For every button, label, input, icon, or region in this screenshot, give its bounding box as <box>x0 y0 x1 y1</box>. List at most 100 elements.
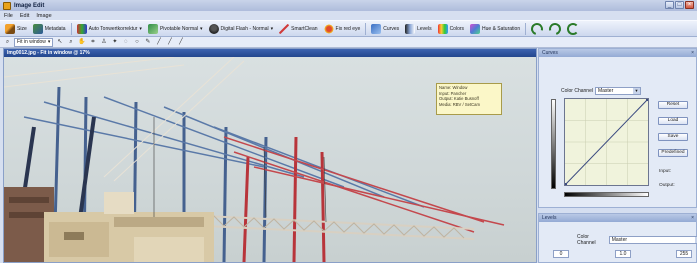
crop-tool-icon[interactable]: ⌗ <box>88 38 97 47</box>
rotate-left-icon[interactable] <box>528 20 546 37</box>
magic-wand-icon[interactable]: ✦ <box>110 38 119 47</box>
menu-file[interactable]: File <box>4 13 13 19</box>
digital-flash-button[interactable]: Digital Flash - Normal ▾ <box>206 22 277 36</box>
zoom-icon: ⌕ <box>5 38 10 45</box>
hue-saturation-button[interactable]: Hue & Saturation <box>467 22 523 36</box>
levels-panel-title: Levels × <box>539 214 696 222</box>
right-dock: Curves × Color Channel Master ▼ Reset Lo… <box>538 48 697 263</box>
curves-button[interactable]: Curves <box>368 22 402 36</box>
main-toolbar: Size Metadata Auto Tonwertkorrektur ▾ Pi… <box>0 20 697 37</box>
levels-button[interactable]: Levels <box>402 22 434 36</box>
curves-channel-row: Color Channel Master ▼ <box>561 87 641 95</box>
image-title: Img0012.jpg - Fit in window @ 17% <box>4 49 536 57</box>
curves-output-label: Output: <box>659 183 675 188</box>
input-gradient-bar <box>564 192 649 197</box>
curves-input-label: Input: <box>659 169 672 174</box>
pen-tool-icon[interactable]: ✎ <box>143 38 152 47</box>
size-button[interactable]: Size <box>2 22 30 36</box>
chevron-down-icon: ▾ <box>200 25 203 32</box>
hue-saturation-icon <box>470 23 481 34</box>
app-icon <box>3 1 11 10</box>
output-gradient-bar <box>551 99 556 189</box>
hand-tool-icon[interactable]: ✋ <box>77 38 86 47</box>
levels-icon <box>405 23 416 34</box>
stamp-tool-icon[interactable]: ♙ <box>99 38 108 47</box>
hue-saturation-label: Hue & Saturation <box>482 25 521 32</box>
chevron-down-icon: ▾ <box>139 25 142 32</box>
colors-icon <box>437 23 448 34</box>
menu-image[interactable]: Image <box>36 13 51 19</box>
metadata-icon <box>32 23 43 34</box>
curves-label: Curves <box>383 25 400 32</box>
flip-icon[interactable] <box>567 22 580 35</box>
zoom-tool-icon[interactable]: ⌕ <box>66 38 75 47</box>
levels-gamma-input[interactable]: 1.0 <box>615 250 631 258</box>
toolbar-separator <box>70 22 72 35</box>
lasso-tool-icon[interactable]: ◌ <box>121 38 130 47</box>
curves-panel-title: Curves × <box>539 49 696 57</box>
brush-icon <box>5 23 15 34</box>
curves-channel-select[interactable]: Master ▼ <box>594 87 641 95</box>
levels-label: Levels <box>417 25 432 32</box>
shape-tool-icon[interactable]: ○ <box>132 38 141 47</box>
window-controls: _ □ × <box>665 1 694 9</box>
close-icon[interactable]: × <box>691 49 694 57</box>
curves-channel-value: Master <box>597 88 614 94</box>
secondary-toolbar: ⌕ Fit in window ▾ ↖ ⌕ ✋ ⌗ ♙ ✦ ◌ ○ ✎ ╱ ╱ … <box>0 37 697 48</box>
image-info-tooltip: Name: Window Input: Pancher Output: Kati… <box>436 83 502 115</box>
curves-reset-button[interactable]: Reset <box>658 101 688 109</box>
maximize-button[interactable]: □ <box>675 1 684 9</box>
colors-label: Colors <box>449 25 465 32</box>
smartclean-icon <box>279 23 290 34</box>
levels-panel-title-label: Levels <box>542 215 557 221</box>
menu-edit[interactable]: Edit <box>20 13 29 19</box>
levels-black-input[interactable]: 0 <box>553 250 569 258</box>
curves-load-button[interactable]: Load <box>658 117 688 125</box>
colors-button[interactable]: Colors <box>435 22 467 36</box>
image-canvas[interactable]: Name: Window Input: Pancher Output: Kati… <box>4 57 536 262</box>
close-icon[interactable]: × <box>691 214 694 222</box>
bulb-icon <box>208 23 219 34</box>
auto-tone-button[interactable]: Auto Tonwertkorrektur ▾ <box>74 22 145 36</box>
levels-channel-select[interactable]: Master ▼ <box>608 236 697 244</box>
pivotable-button[interactable]: Pivotable Normal ▾ <box>145 22 206 36</box>
levels-panel: Levels × Color Channel Master ▼ 0 1.0 25… <box>538 213 697 263</box>
curves-graph[interactable] <box>564 98 649 186</box>
fix-red-eye-label: Fix red eye <box>335 25 361 32</box>
chevron-down-icon: ▼ <box>632 88 640 94</box>
curves-predefined-button[interactable]: Predefined <box>658 149 688 157</box>
levels-white-input[interactable]: 255 <box>676 250 692 258</box>
auto-tone-icon <box>76 23 87 34</box>
pivotable-label: Pivotable Normal <box>159 25 199 32</box>
chevron-down-icon: ▾ <box>270 25 274 32</box>
metadata-label: Metadata <box>44 25 66 32</box>
red-eye-icon <box>323 23 334 34</box>
title-bar: Image Edit _ □ × <box>0 0 697 11</box>
app-window: Image Edit _ □ × File Edit Image Size Me… <box>0 0 697 263</box>
smartclean-button[interactable]: SmartClean <box>276 22 320 36</box>
toolbar-separator <box>365 22 367 35</box>
fix-red-eye-button[interactable]: Fix red eye <box>321 22 364 36</box>
info-line: Media: RBV / SetCam <box>439 101 480 107</box>
window-title: Image Edit <box>14 2 45 9</box>
metadata-button[interactable]: Metadata <box>30 22 69 36</box>
smartclean-label: SmartClean <box>291 25 318 32</box>
pointer-tool-icon[interactable]: ↖ <box>55 38 64 47</box>
brush-tool-icon[interactable]: ╱ <box>154 38 163 47</box>
minimize-button[interactable]: _ <box>665 1 674 9</box>
zoom-select-value: Fit in window <box>17 38 46 45</box>
curves-panel-title-label: Curves <box>542 50 558 56</box>
menu-bar: File Edit Image <box>0 11 697 20</box>
auto-tone-label: Auto Tonwertkorrektur <box>88 25 138 32</box>
pivotable-icon <box>147 23 158 34</box>
rotate-right-icon[interactable] <box>546 20 564 37</box>
size-label: Size <box>17 25 27 32</box>
curves-panel: Curves × Color Channel Master ▼ Reset Lo… <box>538 48 697 208</box>
curves-channel-label: Color Channel <box>561 88 593 94</box>
eraser-tool-icon[interactable]: ╱ <box>176 38 185 47</box>
close-button[interactable]: × <box>685 1 694 9</box>
digital-flash-label: Digital Flash - Normal <box>220 25 269 32</box>
curves-save-button[interactable]: Save <box>658 133 688 141</box>
zoom-select[interactable]: Fit in window ▾ <box>14 37 54 47</box>
pencil-tool-icon[interactable]: ╱ <box>165 38 174 47</box>
